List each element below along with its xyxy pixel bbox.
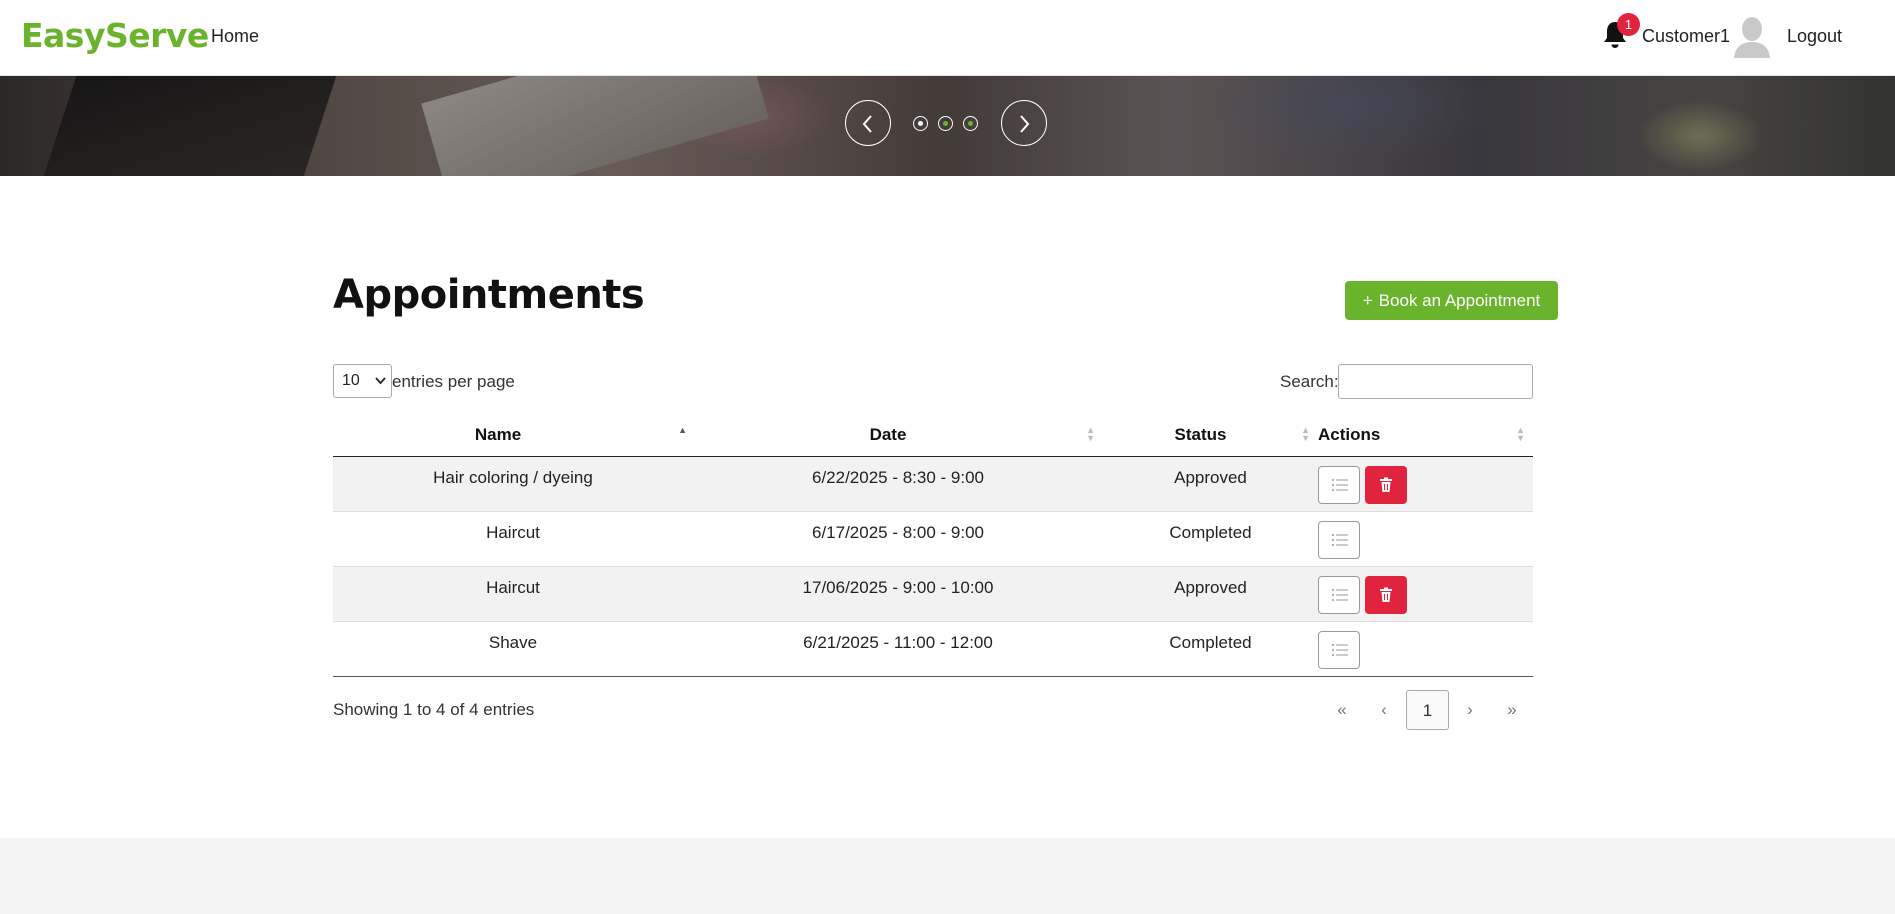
notification-badge: 1 bbox=[1617, 13, 1640, 36]
carousel-next-button[interactable] bbox=[1001, 100, 1047, 146]
column-header-name[interactable]: Name ▲ bbox=[333, 414, 693, 457]
cell-status: Completed bbox=[1103, 621, 1318, 677]
plus-icon: + bbox=[1362, 291, 1373, 310]
carousel-dot-2[interactable] bbox=[938, 116, 953, 131]
chevron-down-icon bbox=[375, 366, 386, 408]
sort-icon: ▲ ▼ bbox=[1086, 425, 1095, 443]
chevron-right-icon bbox=[1020, 115, 1030, 133]
cell-date: 6/21/2025 - 11:00 - 12:00 bbox=[693, 621, 1103, 677]
cell-actions bbox=[1318, 566, 1533, 622]
book-appointment-button[interactable]: + Book an Appointment bbox=[1345, 281, 1558, 320]
avatar[interactable] bbox=[1732, 16, 1772, 58]
user-name[interactable]: Customer1 bbox=[1642, 26, 1730, 47]
pagination-last[interactable]: » bbox=[1497, 690, 1527, 730]
list-icon bbox=[1332, 533, 1348, 546]
top-navbar: EasyServe Home 1 Customer1 Logout bbox=[0, 0, 1895, 76]
cell-actions bbox=[1318, 621, 1533, 677]
trash-icon bbox=[1380, 587, 1392, 602]
column-header-name-label: Name bbox=[474, 424, 522, 444]
entries-per-page-label: entries per page bbox=[392, 372, 515, 391]
chevron-left-icon bbox=[862, 115, 872, 133]
cell-actions bbox=[1318, 511, 1533, 567]
list-icon bbox=[1332, 588, 1348, 601]
carousel-dot-3[interactable] bbox=[963, 116, 978, 131]
pagination-page-1[interactable]: 1 bbox=[1406, 690, 1449, 730]
column-header-status[interactable]: Status ▲ ▼ bbox=[1103, 414, 1318, 457]
search-input[interactable] bbox=[1338, 364, 1533, 399]
hero-carousel bbox=[0, 76, 1895, 176]
table-row: Shave 6/21/2025 - 11:00 - 12:00 Complete… bbox=[333, 621, 1533, 677]
list-icon bbox=[1332, 643, 1348, 656]
cell-name: Hair coloring / dyeing bbox=[333, 456, 693, 512]
brand-logo[interactable]: EasyServe bbox=[21, 16, 209, 55]
sort-icon: ▲ ▼ bbox=[1301, 425, 1310, 443]
carousel-dot-1[interactable] bbox=[913, 116, 928, 131]
column-header-date[interactable]: Date ▲ ▼ bbox=[693, 414, 1103, 457]
delete-button[interactable] bbox=[1365, 465, 1407, 504]
list-icon bbox=[1332, 478, 1348, 491]
appointments-table: Name ▲ Date ▲ ▼ Status ▲ ▼ Actions ▲ ▼ Hair… bbox=[333, 414, 1533, 677]
table-row: Haircut 17/06/2025 - 9:00 - 10:00 Approv… bbox=[333, 566, 1533, 622]
table-row: Hair coloring / dyeing 6/22/2025 - 8:30 … bbox=[333, 456, 1533, 512]
delete-button[interactable] bbox=[1365, 575, 1407, 614]
cell-name: Haircut bbox=[333, 511, 693, 567]
sort-icon: ▲ ▼ bbox=[1516, 425, 1525, 443]
cell-status: Completed bbox=[1103, 511, 1318, 567]
column-header-status-label: Status bbox=[1174, 424, 1227, 444]
book-appointment-label: Book an Appointment bbox=[1378, 291, 1541, 310]
pagination-prev[interactable]: ‹ bbox=[1369, 690, 1399, 730]
entries-per-page-value: 10 bbox=[342, 372, 360, 389]
table-header-row: Name ▲ Date ▲ ▼ Status ▲ ▼ Actions ▲ ▼ bbox=[333, 414, 1533, 457]
column-header-actions-label: Actions bbox=[1318, 424, 1381, 444]
page-title: Appointments bbox=[333, 272, 645, 318]
logout-link[interactable]: Logout bbox=[1787, 26, 1842, 47]
table-row: Haircut 6/17/2025 - 8:00 - 9:00 Complete… bbox=[333, 511, 1533, 567]
pagination-next[interactable]: › bbox=[1455, 690, 1485, 730]
cell-name: Shave bbox=[333, 621, 693, 677]
carousel-prev-button[interactable] bbox=[845, 100, 891, 146]
cell-date: 6/22/2025 - 8:30 - 9:00 bbox=[693, 456, 1103, 512]
cell-status: Approved bbox=[1103, 456, 1318, 512]
cell-name: Haircut bbox=[333, 566, 693, 622]
cell-date: 6/17/2025 - 8:00 - 9:00 bbox=[693, 511, 1103, 567]
cell-date: 17/06/2025 - 9:00 - 10:00 bbox=[693, 566, 1103, 622]
column-header-actions[interactable]: Actions ▲ ▼ bbox=[1318, 414, 1533, 457]
view-details-button[interactable] bbox=[1318, 575, 1360, 614]
search-label: Search: bbox=[1280, 372, 1339, 391]
page-footer bbox=[0, 838, 1895, 914]
column-header-date-label: Date bbox=[869, 424, 907, 444]
table-info: Showing 1 to 4 of 4 entries bbox=[333, 700, 535, 719]
sort-asc-icon: ▲ bbox=[678, 425, 687, 435]
cell-actions bbox=[1318, 456, 1533, 512]
view-details-button[interactable] bbox=[1318, 520, 1360, 559]
trash-icon bbox=[1380, 477, 1392, 492]
view-details-button[interactable] bbox=[1318, 465, 1360, 504]
cell-status: Approved bbox=[1103, 566, 1318, 622]
pagination-first[interactable]: « bbox=[1327, 690, 1357, 730]
view-details-button[interactable] bbox=[1318, 630, 1360, 669]
entries-per-page-select[interactable]: 10 bbox=[333, 364, 392, 398]
nav-home-link[interactable]: Home bbox=[211, 26, 259, 47]
